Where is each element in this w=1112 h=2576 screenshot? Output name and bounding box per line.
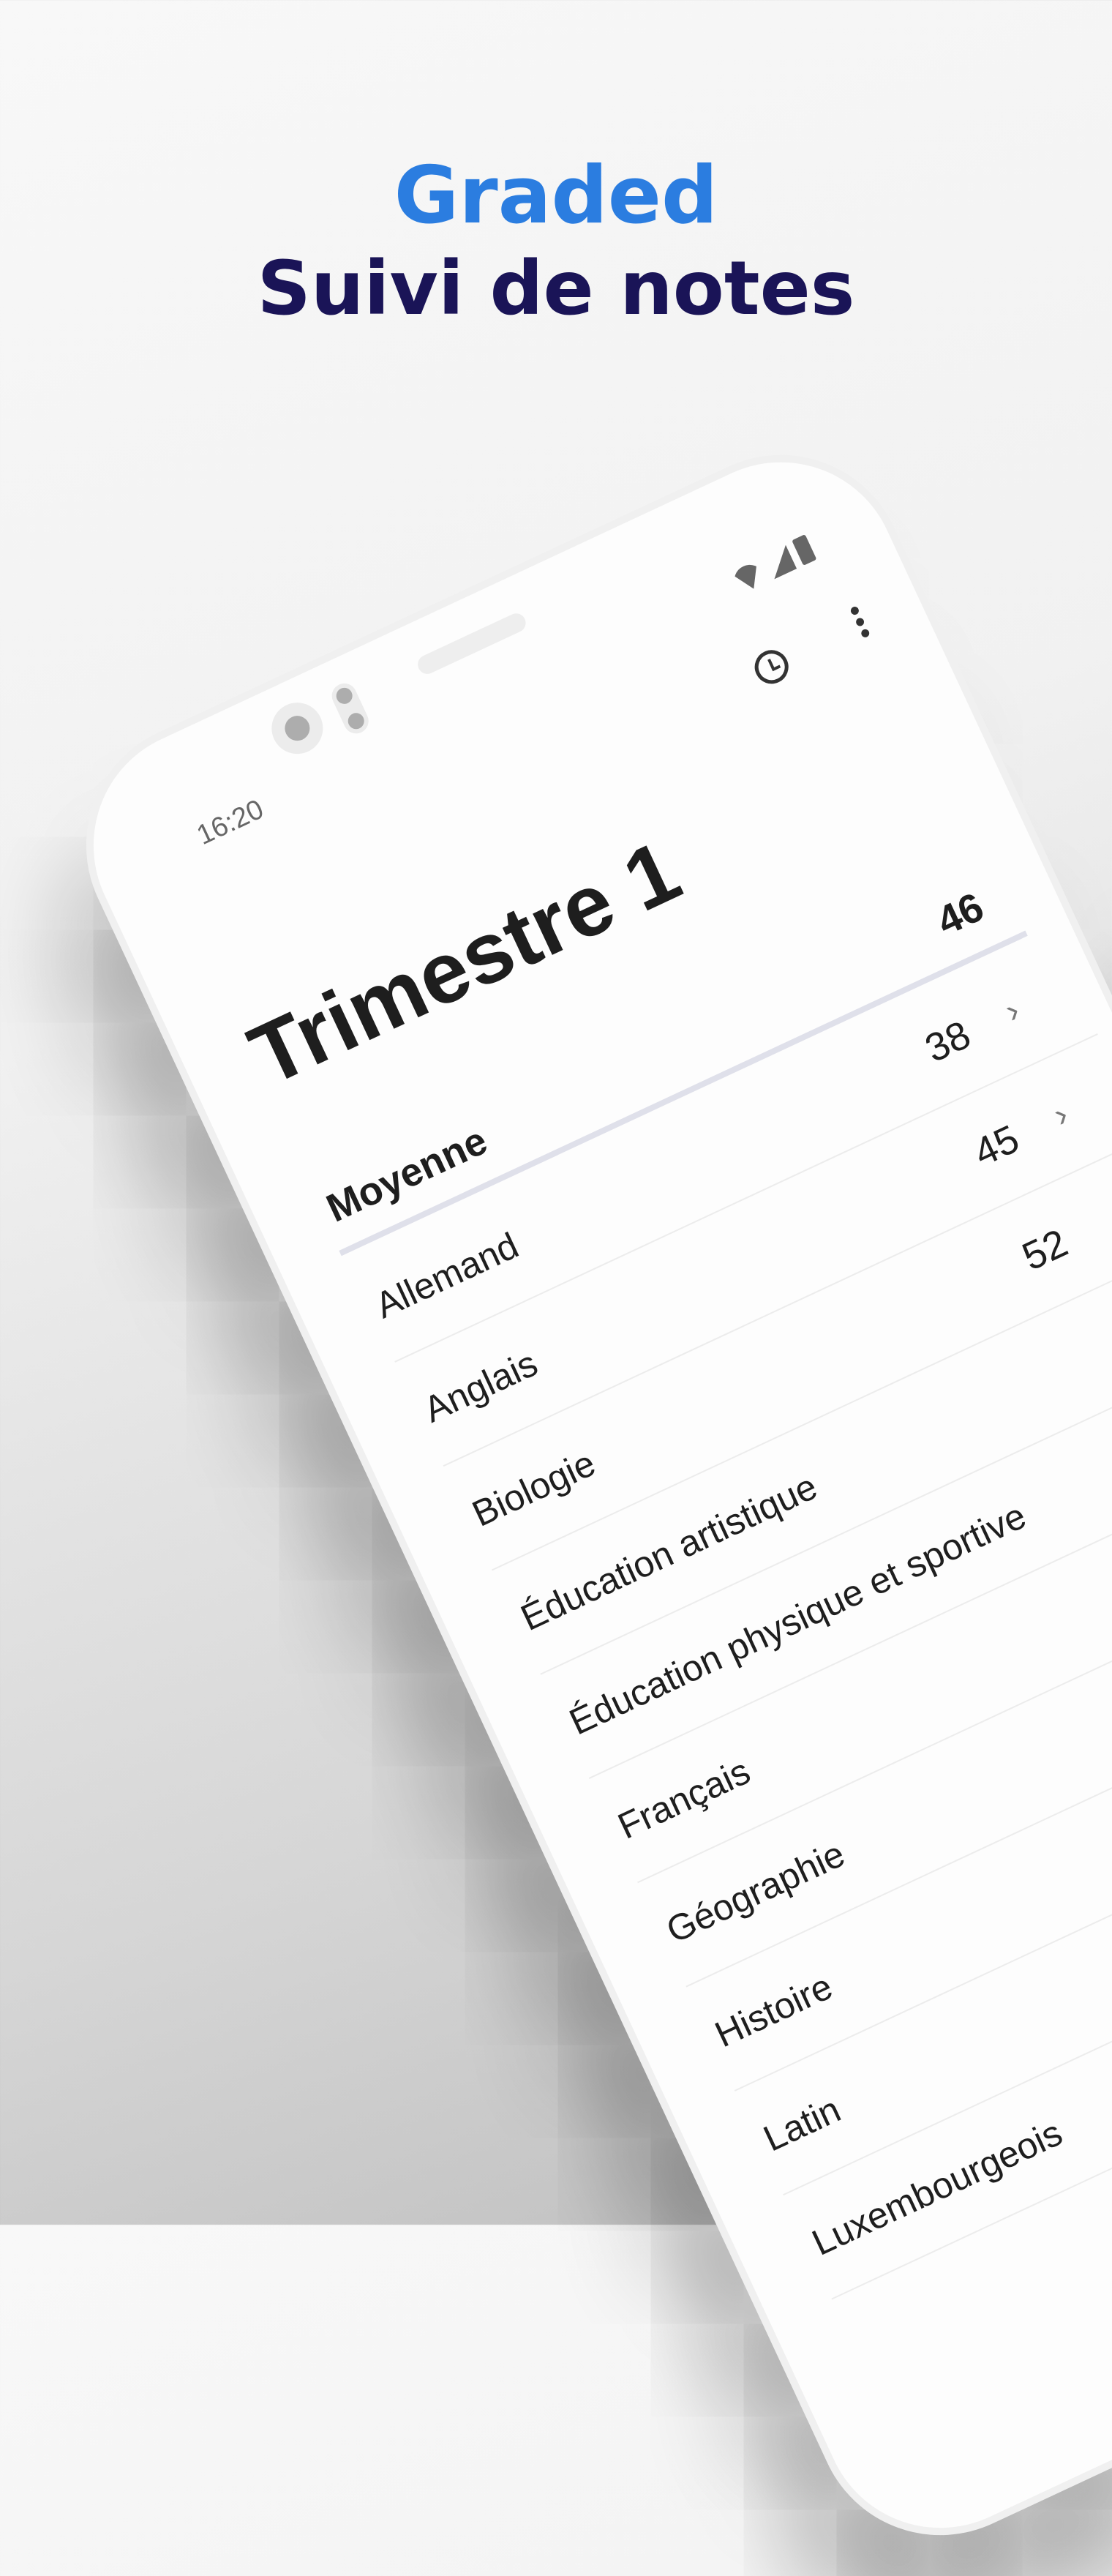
tagline: Suivi de notes [257,245,855,332]
sensor-icon [328,679,373,738]
average-value: 46 [929,883,991,945]
page-title: Trimestre 1 [236,822,694,1105]
subject-name: Français [612,1750,756,1847]
subject-name: Anglais [417,1342,544,1431]
status-time: 16:20 [192,793,268,852]
phone-mockup: 16:20 Trimestre 1 Moyenne 46 Allemand 38… [45,413,1112,2576]
subject-grade: 45 [967,1116,1026,1175]
speaker-grille [414,610,529,678]
history-clock-icon[interactable] [749,644,794,689]
subject-name: Biologie [466,1442,602,1535]
status-icons [728,534,817,596]
subject-list: Allemand 38 › Anglais 45 › Biologie 52 É… [287,915,1112,2327]
subject-name: Histoire [708,1965,839,2056]
camera-icon [263,694,331,763]
more-vert-icon[interactable] [849,605,873,643]
subject-name: Latin [757,2089,847,2160]
battery-icon [792,534,817,566]
signal-icon [763,545,797,580]
chevron-right-icon: › [1047,1094,1074,1134]
subject-name: Allemand [369,1224,525,1327]
subject-grade: 38 [918,1012,977,1071]
subject-grade: 52 [1015,1221,1075,1279]
wifi-icon [729,560,767,596]
chevron-right-icon: › [999,990,1026,1030]
app-name: Graded [394,150,718,242]
